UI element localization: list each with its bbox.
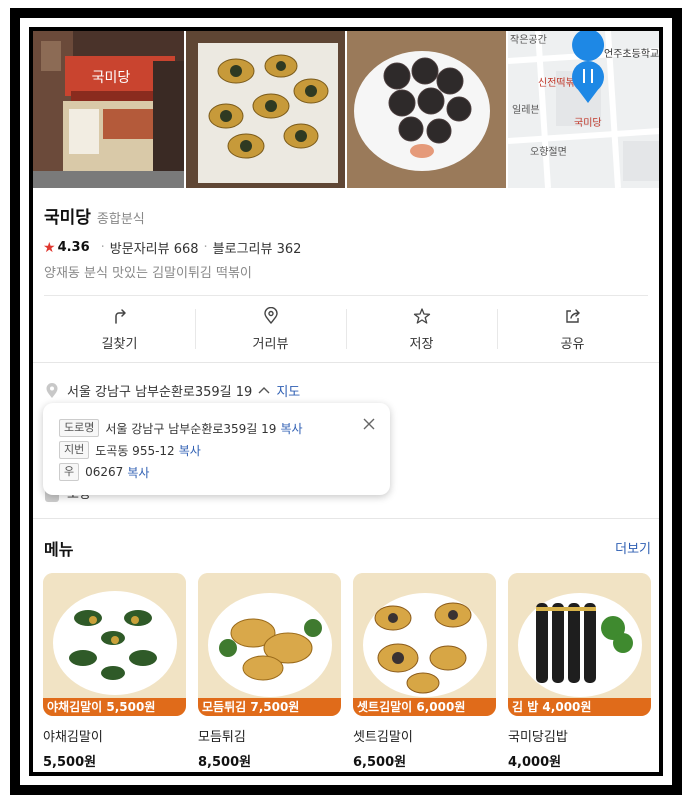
map-label-4: 국미당: [574, 117, 602, 129]
section-divider: [33, 362, 659, 363]
menu-item-banner: 야채김말이 5,500원: [43, 698, 186, 716]
storefront-sign: 국미당: [92, 70, 131, 86]
copy-zip-button[interactable]: 복사: [127, 464, 149, 481]
place-description: 양재동 분식 맛있는 김말이튀김 떡볶이: [44, 266, 252, 281]
directions-label: 길찾기: [101, 336, 138, 352]
lot-address-row: 지번 도곡동 955-12 복사: [59, 441, 201, 459]
address-text: 서울 강남구 남부순환로359길 19: [67, 385, 253, 400]
menu-title: 메뉴: [44, 540, 74, 559]
save-button[interactable]: 저장: [346, 297, 497, 361]
map-label-5: 오향절면: [530, 145, 567, 158]
road-address: 서울 강남구 남부순환로359길 19: [105, 421, 277, 436]
map-label-0: 작은공간: [510, 34, 547, 46]
share-label: 공유: [560, 336, 585, 352]
save-label: 저장: [409, 336, 434, 352]
menu-item[interactable]: 모듬튀김 7,500원 모듬튀김 8,500원: [198, 573, 341, 770]
directions-icon: [114, 308, 126, 324]
menu-item-image: 김 밥 4,000원: [508, 573, 651, 716]
menu-item-image: 셋트김말이 6,000원: [353, 573, 496, 716]
copy-lot-button[interactable]: 복사: [179, 442, 201, 459]
street-view-button[interactable]: 거리뷰: [195, 297, 346, 361]
share-icon: [565, 308, 580, 323]
menu-item-price: 8,500원: [198, 755, 252, 770]
place-card: 국미당 작은공간 언주초등학교 신전떡볶 일레븐 국미당 오향절면 국미당 종합…: [33, 31, 659, 772]
menu-list: 야채김말이 5,500원 야채김말이 5,500원 모듬튀김 7,500원 모듬…: [43, 573, 651, 770]
menu-item-image: 모듬튀김 7,500원: [198, 573, 341, 716]
rating-row: ★ 4.36 · 방문자리뷰 668 · 블로그리뷰 362: [43, 238, 302, 258]
zip-tag: 우: [59, 463, 80, 481]
road-tag: 도로명: [59, 419, 100, 437]
place-name: 국미당: [44, 208, 91, 228]
photo-strip: 국미당 작은공간 언주초등학교 신전떡볶 일레븐 국미당 오향절면: [33, 31, 659, 188]
menu-item[interactable]: 야채김말이 5,500원 야채김말이 5,500원: [43, 573, 186, 770]
location-pin-icon: [46, 382, 58, 398]
menu-item[interactable]: 김 밥 4,000원 국미당김밥 4,000원: [508, 573, 651, 770]
menu-item-name: 셋트김말이: [353, 730, 413, 745]
visitor-reviews-link[interactable]: 방문자리뷰 668: [110, 238, 199, 257]
photo-fried-rolls[interactable]: [186, 31, 345, 188]
separator-dot: ·: [100, 240, 105, 255]
zip-code: 06267: [85, 465, 124, 479]
action-bar: 길찾기 거리뷰 저장 공유: [44, 297, 648, 361]
rating-star-icon: ★: [43, 239, 56, 256]
star-icon: [413, 307, 430, 324]
map-label-3: 일레븐: [512, 104, 540, 116]
divider: [44, 295, 648, 296]
menu-item-price: 6,500원: [353, 755, 407, 770]
separator-dot: ·: [203, 240, 208, 255]
menu-item-banner: 김 밥 4,000원: [508, 698, 651, 716]
photo-sundae[interactable]: [347, 31, 506, 188]
directions-button[interactable]: 길찾기: [44, 297, 195, 361]
lot-address: 도곡동 955-12: [95, 443, 175, 458]
photo-storefront[interactable]: 국미당: [33, 31, 185, 188]
menu-item-price: 5,500원: [43, 755, 97, 770]
zip-row: 우 06267 복사: [59, 463, 149, 481]
street-view-pin-icon: [263, 306, 278, 324]
map-label-1: 언주초등학교: [604, 48, 659, 60]
menu-item-image: 야채김말이 5,500원: [43, 573, 186, 716]
road-address-row: 도로명 서울 강남구 남부순환로359길 19 복사: [59, 419, 303, 437]
map-link[interactable]: 지도: [276, 381, 300, 400]
map-label-2: 신전떡볶: [538, 77, 575, 89]
blog-reviews-link[interactable]: 블로그리뷰 362: [213, 238, 302, 257]
menu-item-name: 모듬튀김: [198, 730, 246, 745]
close-icon[interactable]: [362, 417, 376, 431]
more-menu-link[interactable]: 더보기: [615, 538, 651, 557]
menu-item-price: 4,000원: [508, 755, 562, 770]
title-row: 국미당 종합분식: [44, 203, 145, 228]
street-view-label: 거리뷰: [252, 336, 289, 352]
rating-value: 4.36: [57, 240, 90, 255]
section-divider: [33, 518, 659, 519]
map-thumbnail[interactable]: 작은공간 언주초등학교 신전떡볶 일레븐 국미당 오향절면: [507, 31, 659, 188]
share-button[interactable]: 공유: [497, 297, 648, 361]
copy-road-button[interactable]: 복사: [280, 420, 302, 437]
place-category: 종합분식: [96, 212, 145, 227]
address-popup: 도로명 서울 강남구 남부순환로359길 19 복사 지번 도곡동 955-12…: [43, 403, 390, 495]
address-row: 서울 강남구 남부순환로359길 19 지도: [45, 381, 300, 400]
menu-item-name: 국미당김밥: [508, 730, 568, 745]
menu-item-banner: 모듬튀김 7,500원: [198, 698, 341, 716]
menu-item-banner: 셋트김말이 6,000원: [353, 698, 496, 716]
chevron-up-icon[interactable]: [258, 383, 270, 398]
lot-tag: 지번: [59, 441, 90, 459]
menu-item[interactable]: 셋트김말이 6,000원 셋트김말이 6,500원: [353, 573, 496, 770]
menu-item-name: 야채김말이: [43, 730, 103, 745]
